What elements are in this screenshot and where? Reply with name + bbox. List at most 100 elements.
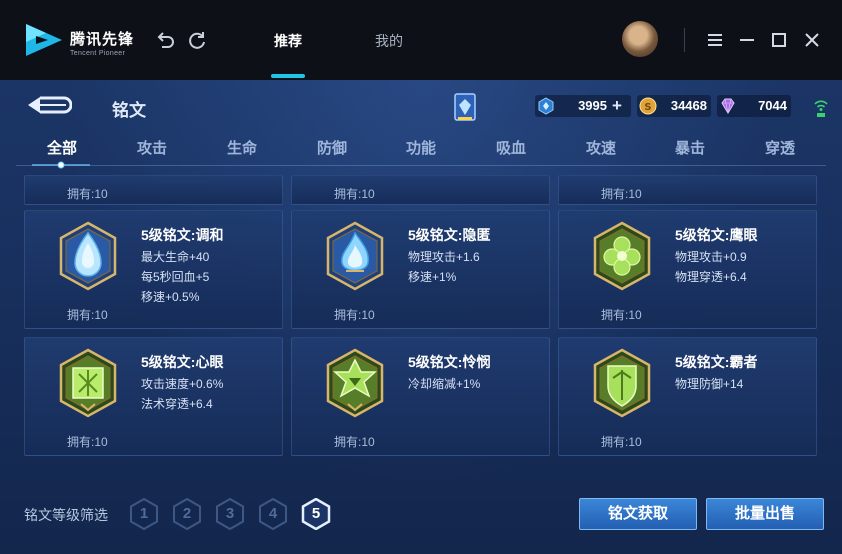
owned-count: 拥有:10	[67, 435, 108, 449]
rune-attr: 物理攻击+0.9	[675, 250, 747, 264]
rune-card-partial[interactable]: 拥有:10	[291, 175, 550, 205]
green-clover-rune-icon	[593, 221, 651, 291]
tab-utility[interactable]: 功能	[391, 137, 451, 158]
owned-count: 拥有:10	[601, 435, 642, 449]
owned-count: 拥有:10	[334, 308, 375, 322]
level-filter-label: 铭文等级筛选	[24, 507, 108, 523]
tencent-pioneer-logo	[26, 24, 62, 56]
tab-recommend[interactable]: 推荐	[274, 31, 302, 51]
rune-attr: 攻击速度+0.6%	[141, 377, 224, 391]
add-crystal-button[interactable]: +	[612, 97, 622, 115]
svg-text:S: S	[644, 102, 651, 113]
rune-title: 5级铭文:怜悯	[408, 354, 491, 370]
owned-count: 拥有:10	[67, 308, 108, 322]
logo-chinese-name: 腾讯先锋	[70, 31, 135, 48]
rune-card-partial[interactable]: 拥有:10	[558, 175, 817, 205]
green-star-rune-icon	[326, 348, 384, 418]
level-filter-1[interactable]: 1	[129, 498, 159, 530]
tab-attack[interactable]: 攻击	[122, 137, 182, 158]
tab-attack-speed[interactable]: 攻速	[571, 137, 631, 158]
close-icon[interactable]	[801, 29, 823, 51]
level-number: 5	[311, 505, 321, 522]
logo-english-name: Tencent Pioneer	[70, 50, 126, 57]
maximize-icon[interactable]	[768, 29, 790, 51]
level-filter-4[interactable]: 4	[258, 498, 288, 530]
gold-value: 34468	[670, 98, 707, 113]
rune-attributes: 最大生命+40 每5秒回血+5 移速+0.5%	[141, 247, 209, 307]
rune-attr: 物理攻击+1.6	[408, 250, 480, 264]
active-tab-indicator	[271, 74, 305, 78]
rune-card-harmony[interactable]: 5级铭文:调和 最大生命+40 每5秒回血+5 移速+0.5% 拥有:10	[24, 210, 283, 329]
tab-lifesteal[interactable]: 吸血	[481, 137, 541, 158]
back-arrow-icon[interactable]	[26, 94, 72, 116]
rune-attr: 冷却缩减+1%	[408, 377, 481, 391]
owned-count: 拥有:10	[67, 187, 108, 201]
level-number: 1	[139, 505, 149, 522]
rune-title: 5级铭文:心眼	[141, 354, 224, 370]
bulk-sell-button[interactable]: 批量出售	[706, 498, 824, 530]
level-number: 3	[225, 505, 235, 522]
rune-panel: 铭文 3995 + S 34468 7044 全部 攻击 生命 防御 功能 吸血…	[0, 80, 842, 554]
owned-count: 拥有:10	[601, 308, 642, 322]
refresh-icon[interactable]	[186, 29, 208, 51]
user-avatar[interactable]	[622, 21, 658, 57]
level-filter-2[interactable]: 2	[172, 498, 202, 530]
rune-card-mind-eye[interactable]: 5级铭文:心眼 攻击速度+0.6% 法术穿透+6.4 拥有:10	[24, 337, 283, 456]
rune-attributes: 物理防御+14	[675, 374, 743, 394]
crystal-balance: 3995 +	[535, 95, 631, 117]
owned-count: 拥有:10	[334, 435, 375, 449]
gem-balance: 7044	[717, 95, 791, 117]
logo-wordmark: 腾讯先锋 Tencent Pioneer	[70, 28, 134, 57]
level-number: 2	[182, 505, 192, 522]
owned-count: 拥有:10	[601, 187, 642, 201]
active-category-indicator	[32, 161, 90, 169]
rune-title: 5级铭文:隐匿	[408, 227, 491, 243]
rune-attributes: 冷却缩减+1%	[408, 374, 480, 394]
tab-health[interactable]: 生命	[212, 137, 272, 158]
blue-flame-rune-icon	[326, 221, 384, 291]
rune-attr: 物理防御+14	[675, 377, 744, 391]
rune-attributes: 攻击速度+0.6% 法术穿透+6.4	[141, 374, 223, 414]
tab-all[interactable]: 全部	[32, 137, 92, 158]
tab-mine[interactable]: 我的	[375, 31, 403, 51]
tabs-divider	[16, 165, 826, 166]
minimize-icon[interactable]	[736, 29, 758, 51]
rune-card-mercy[interactable]: 5级铭文:怜悯 冷却缩减+1% 拥有:10	[291, 337, 550, 456]
rune-attributes: 物理攻击+0.9 物理穿透+6.4	[675, 247, 747, 287]
rune-attr: 移速+0.5%	[141, 290, 200, 304]
level-filter-5[interactable]: 5	[301, 498, 331, 530]
titlebar-divider	[684, 28, 685, 52]
tab-penetration[interactable]: 穿透	[750, 137, 810, 158]
level-filter-3[interactable]: 3	[215, 498, 245, 530]
launcher-titlebar: 腾讯先锋 Tencent Pioneer 推荐 我的	[0, 0, 842, 80]
menu-icon[interactable]	[704, 29, 726, 51]
undo-icon[interactable]	[154, 29, 176, 51]
rune-attr: 法术穿透+6.4	[141, 397, 213, 411]
rune-card-hawkeye[interactable]: 5级铭文:鹰眼 物理攻击+0.9 物理穿透+6.4 拥有:10	[558, 210, 817, 329]
rune-card-partial[interactable]: 拥有:10	[24, 175, 283, 205]
rune-card-overlord[interactable]: 5级铭文:霸者 物理防御+14 拥有:10	[558, 337, 817, 456]
hex-crystal-icon	[538, 97, 554, 115]
tab-defense[interactable]: 防御	[302, 137, 362, 158]
rune-title: 5级铭文:调和	[141, 227, 224, 243]
rune-attributes: 物理攻击+1.6 移速+1%	[408, 247, 480, 287]
rune-title: 5级铭文:霸者	[675, 354, 758, 370]
page-title: 铭文	[112, 101, 146, 120]
blue-teardrop-rune-icon	[59, 221, 117, 291]
green-square-rune-icon	[59, 348, 117, 418]
rune-card-stealth[interactable]: 5级铭文:隐匿 物理攻击+1.6 移速+1% 拥有:10	[291, 210, 550, 329]
purple-gem-icon	[721, 98, 735, 114]
gem-value: 7044	[758, 98, 787, 113]
get-runes-button[interactable]: 铭文获取	[579, 498, 697, 530]
rune-attr: 最大生命+40	[141, 250, 210, 264]
rune-book-icon[interactable]	[452, 92, 478, 122]
rune-attr: 移速+1%	[408, 270, 457, 284]
tab-critical[interactable]: 暴击	[660, 137, 720, 158]
gold-coin-icon: S	[639, 97, 657, 115]
rune-category-tabs: 全部 攻击 生命 防御 功能 吸血 攻速 暴击 穿透	[16, 137, 826, 165]
owned-count: 拥有:10	[334, 187, 375, 201]
crystal-value: 3995	[578, 98, 607, 113]
level-number: 4	[268, 505, 278, 522]
gold-balance: S 34468	[637, 95, 711, 117]
rune-attr: 每5秒回血+5	[141, 270, 210, 284]
